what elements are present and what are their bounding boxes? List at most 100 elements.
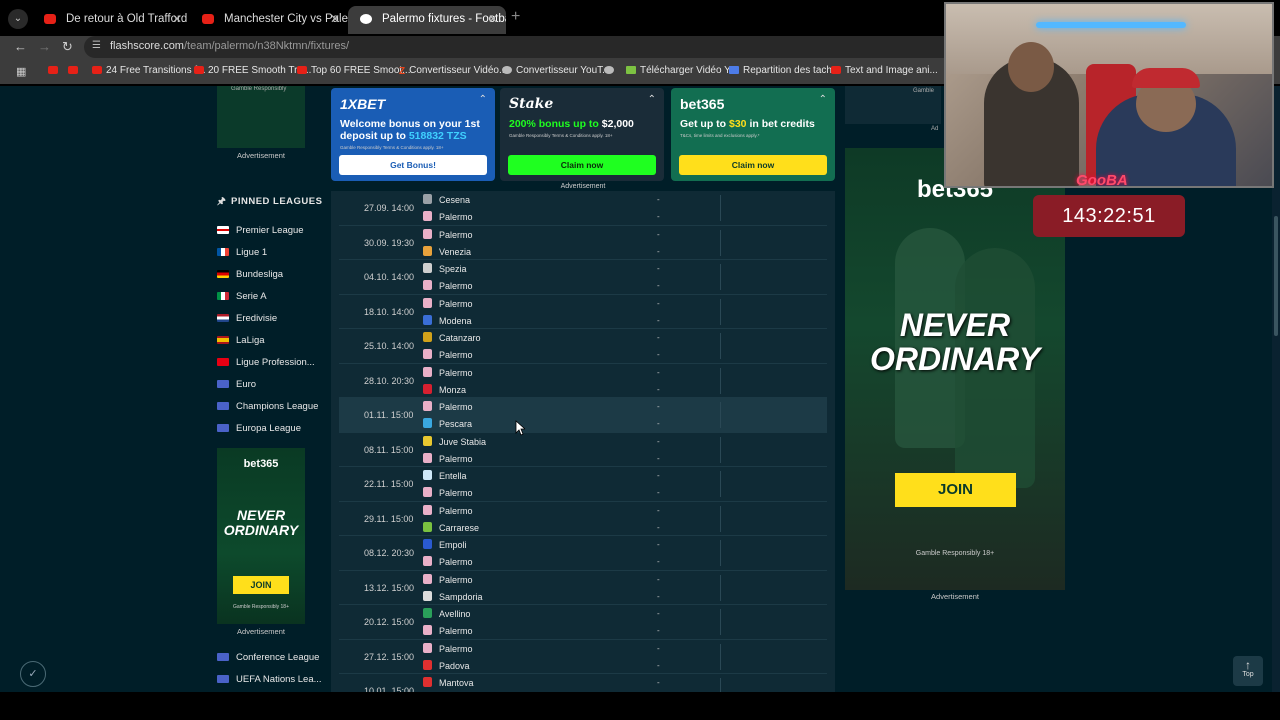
- bookmark-item[interactable]: Text and Image ani...: [831, 65, 938, 76]
- pinned-league-item[interactable]: Conference League: [217, 652, 319, 663]
- fixture-row[interactable]: 30.09. 19:30 Palermo - Venezia -: [339, 226, 827, 260]
- claim-now-button[interactable]: Claim now: [508, 155, 656, 175]
- bookmark-youtube[interactable]: [48, 65, 62, 76]
- bookmark-item[interactable]: Z Convertisseur Vidéo...: [399, 65, 507, 77]
- tab-youtube-1[interactable]: De retour à Old Trafford ! | ... ✕: [32, 6, 190, 34]
- forward-icon[interactable]: →: [38, 39, 51, 54]
- pinned-league-item[interactable]: Premier League: [217, 225, 304, 236]
- fixture-team-away: Sampdoria: [423, 590, 483, 602]
- pinned-league-item[interactable]: Serie A: [217, 291, 267, 302]
- fixture-row[interactable]: 28.10. 20:30 Palermo - Monza -: [339, 364, 827, 398]
- fixture-time: 20.12. 15:00: [364, 617, 415, 627]
- fixture-row[interactable]: 27.12. 15:00 Palermo - Padova -: [339, 640, 827, 674]
- pinned-league-item[interactable]: Europa League: [217, 423, 301, 434]
- column-divider: [720, 367, 721, 394]
- flag-icon: [217, 675, 229, 683]
- right-ad-bet365[interactable]: bet365 NEVER ORDINARY JOIN Gamble Respons…: [845, 148, 1065, 590]
- fixture-row[interactable]: 22.11. 15:00 Entella - Palermo -: [339, 467, 827, 502]
- fixture-row[interactable]: 08.12. 20:30 Empoli - Palermo -: [339, 536, 827, 571]
- get-bonus-button[interactable]: Get Bonus!: [339, 155, 487, 175]
- pinned-league-item[interactable]: Ligue Profession...: [217, 357, 315, 368]
- fixture-team-away: Palermo: [423, 349, 473, 360]
- back-icon[interactable]: ←: [14, 39, 27, 54]
- ad-slogan: NEVER ORDINARY: [217, 508, 305, 538]
- fixture-row[interactable]: 25.10. 14:00 Catanzaro - Palermo -: [339, 329, 827, 364]
- join-button[interactable]: JOIN: [233, 576, 289, 594]
- sidebar-ad-bet365[interactable]: bet365 NEVER ORDINARY JOIN Gamble Respons…: [217, 448, 305, 624]
- reload-icon[interactable]: ↻: [62, 39, 73, 55]
- bookmark-item[interactable]: Convertisseur YouT...: [502, 65, 611, 76]
- fixture-team-away: Padova: [423, 659, 470, 671]
- fixture-score: -: [657, 298, 660, 308]
- pinned-league-item[interactable]: UEFA Nations Lea...: [217, 674, 322, 685]
- pinned-league-item[interactable]: Euro: [217, 379, 256, 390]
- bookmark-item[interactable]: Top 60 FREE Smoot...: [297, 65, 411, 76]
- bookmark-item[interactable]: Télécharger Vidéo Y...: [626, 65, 738, 76]
- new-tab-icon[interactable]: +: [511, 8, 520, 26]
- stake-logo: Stake: [509, 96, 554, 112]
- fixture-time: 08.11. 15:00: [364, 444, 414, 455]
- close-icon[interactable]: ✕: [172, 6, 182, 32]
- bookmark-youtube[interactable]: [68, 65, 82, 76]
- fixture-row[interactable]: 29.11. 15:00 Palermo - Carrarese -: [339, 502, 827, 536]
- claim-now-button[interactable]: Claim now: [679, 155, 827, 175]
- bookmark-globe[interactable]: [604, 65, 618, 76]
- pinned-league-item[interactable]: Champions League: [217, 401, 318, 412]
- url-bar[interactable]: ☰ flashscore.com/team/palermo/n38Nktmn/f…: [84, 36, 954, 58]
- 1xbet-logo: 1XBET: [340, 96, 386, 112]
- url-host: flashscore.com: [110, 40, 184, 52]
- fixture-score: -: [657, 384, 660, 394]
- team-name: Palermo: [439, 488, 473, 498]
- sidebar-ad-top[interactable]: Gamble Responsibly: [217, 86, 305, 148]
- team-crest-icon: [423, 228, 432, 239]
- fixture-row[interactable]: 20.12. 15:00 Avellino - Palermo -: [339, 605, 827, 640]
- fixture-row[interactable]: 27.09. 14:00 Cesena - Palermo -: [339, 191, 827, 226]
- team-crest-icon: [423, 383, 432, 394]
- chevron-up-icon[interactable]: ⌃: [819, 94, 827, 105]
- scroll-top-button[interactable]: ↑ Top: [1233, 656, 1263, 686]
- chevron-up-icon[interactable]: ⌃: [648, 94, 656, 105]
- tab-flashscore[interactable]: Palermo fixtures - Football, Italy ✕: [348, 6, 506, 34]
- fixture-row[interactable]: 10.01. 15:00Mantova-Palermo-: [339, 674, 827, 692]
- close-icon[interactable]: ✕: [488, 6, 498, 32]
- bookmark-item[interactable]: Repartition des tach...: [729, 65, 840, 76]
- promo-headline: Welcome bonus on your 1st deposit up to 5…: [340, 118, 490, 142]
- right-ad-top[interactable]: Gamble Ad: [845, 86, 941, 132]
- apps-icon[interactable]: ▦: [16, 65, 26, 78]
- chevron-up-icon[interactable]: ⌃: [479, 94, 487, 105]
- tab-search-icon[interactable]: ⌄: [8, 9, 28, 29]
- tab-youtube-2[interactable]: Manchester City vs Palermo 3-0 ✕: [190, 6, 348, 34]
- fixture-row[interactable]: 01.11. 15:00 Palermo - Pescara -: [339, 398, 827, 433]
- fixture-score: -: [657, 195, 660, 204]
- column-divider: [720, 264, 721, 290]
- promo-bet365[interactable]: bet365 ⌃ Get up to $30 in bet credits T&…: [671, 88, 835, 181]
- pinned-league-item[interactable]: Eredivisie: [217, 313, 277, 324]
- fixtures-list: 27.09. 14:00 Cesena - Palermo - 30.09. 19:30 P…: [331, 191, 835, 692]
- pinned-league-item[interactable]: Bundesliga: [217, 269, 283, 280]
- slogan-line: NEVER: [236, 507, 286, 523]
- fixture-team-home: Palermo: [423, 401, 473, 412]
- bookmark-item[interactable]: 20 FREE Smooth Tra...: [194, 65, 311, 76]
- team-crest-icon: [423, 194, 432, 204]
- promo-1xbet[interactable]: 1XBET ⌃ Welcome bonus on your 1st deposit…: [331, 88, 495, 181]
- join-button[interactable]: JOIN: [895, 473, 1016, 507]
- pinned-league-item[interactable]: LaLiga: [217, 335, 265, 346]
- bookmark-label: Repartition des tach...: [743, 65, 841, 76]
- docs-icon: [729, 66, 739, 74]
- promo-headline: Get up to $30 in bet credits: [680, 118, 830, 130]
- fixture-score: -: [657, 540, 660, 549]
- fixture-row[interactable]: 13.12. 15:00 Palermo - Sampdoria -: [339, 571, 827, 605]
- scrollbar-thumb[interactable]: [1274, 216, 1278, 336]
- fixture-team-away: Venezia: [423, 245, 471, 257]
- bookmark-item[interactable]: 24 Free Transitions f...: [92, 65, 206, 76]
- team-name: Palermo: [439, 350, 473, 360]
- site-info-icon[interactable]: ☰: [92, 40, 101, 51]
- close-icon[interactable]: ✕: [330, 6, 340, 32]
- promo-stake[interactable]: Stake ⌃ 200% bonus up to $2,000 Gamble R…: [500, 88, 664, 181]
- privacy-shield-icon[interactable]: ✓: [20, 661, 46, 687]
- fixture-row[interactable]: 08.11. 15:00 Juve Stabia - Palermo -: [339, 433, 827, 467]
- fixture-row[interactable]: 18.10. 14:00 Palermo - Modena -: [339, 295, 827, 329]
- fixture-row[interactable]: 04.10. 14:00 Spezia - Palermo -: [339, 260, 827, 295]
- fixture-team-home: Juve Stabia: [423, 435, 486, 447]
- pinned-league-item[interactable]: Ligue 1: [217, 247, 267, 258]
